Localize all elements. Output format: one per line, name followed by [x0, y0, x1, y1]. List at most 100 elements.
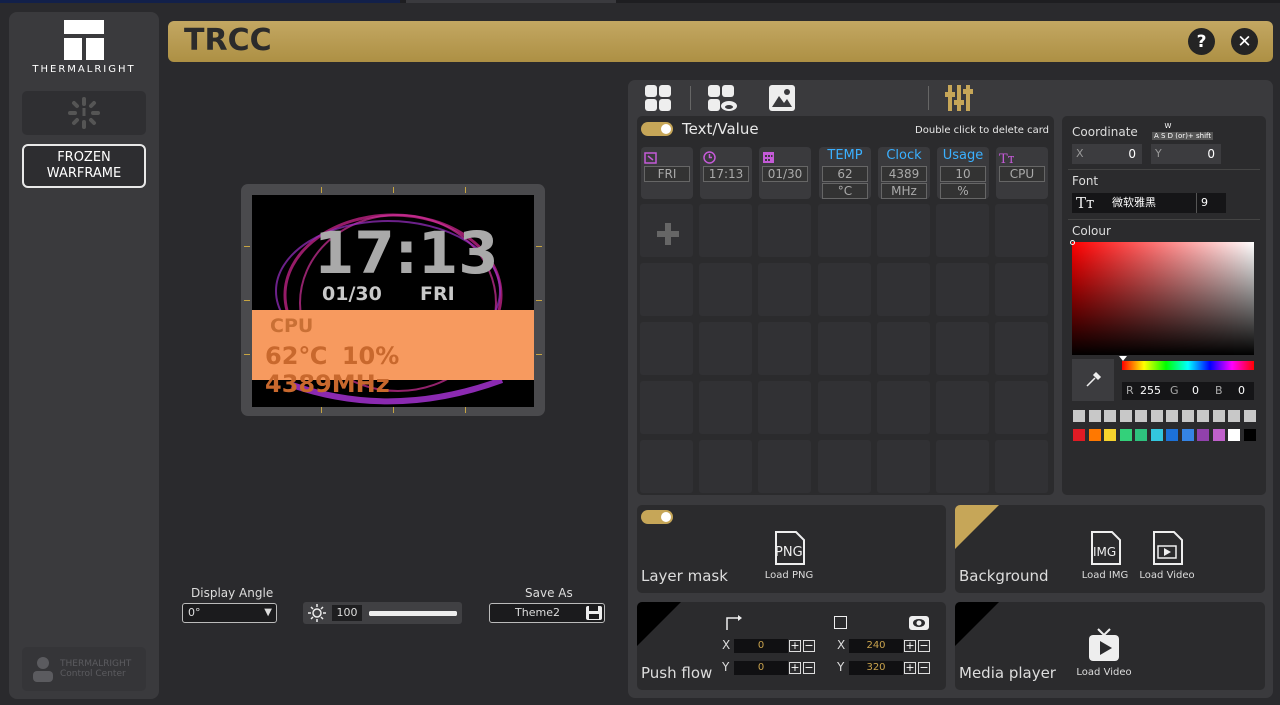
close-button[interactable]: ✕ [1231, 28, 1258, 55]
r-value[interactable]: 255 [1140, 382, 1161, 400]
brightness-slider[interactable] [369, 611, 457, 616]
palette-colour-swatch[interactable] [1228, 429, 1240, 441]
palette-colour-swatch[interactable] [1166, 429, 1178, 441]
card-slot[interactable] [758, 322, 811, 375]
b-value[interactable]: 0 [1238, 382, 1245, 400]
card-slot[interactable] [995, 440, 1048, 493]
palette-colour-swatch[interactable] [1212, 429, 1225, 441]
card-slot[interactable] [936, 322, 989, 375]
push-x2-minus[interactable]: − [918, 640, 930, 652]
push-y1-input[interactable]: 0 [734, 661, 788, 675]
eyedropper-button[interactable] [1072, 359, 1114, 401]
palette-gray-swatch[interactable] [1104, 410, 1116, 422]
value-card[interactable]: 01/30 [759, 147, 811, 199]
coord-x-field[interactable]: X0 [1072, 144, 1142, 164]
load-img-button[interactable]: IMG Load IMG [1079, 531, 1131, 581]
tab-cloud-themes-icon[interactable] [707, 84, 737, 112]
card-slot[interactable] [758, 263, 811, 316]
palette-gray-swatch[interactable] [1243, 410, 1256, 422]
palette-gray-swatch[interactable] [1166, 410, 1178, 422]
palette-colour-swatch[interactable] [1088, 429, 1101, 441]
push-y2-input[interactable]: 320 [849, 661, 903, 675]
g-value[interactable]: 0 [1192, 382, 1199, 400]
media-load-video-button[interactable]: Load Video [1073, 628, 1135, 678]
value-card[interactable]: Clock 4389 MHz [878, 147, 930, 199]
palette-colour-swatch[interactable] [1197, 429, 1209, 441]
background-load-video-button[interactable]: Load Video [1137, 531, 1197, 581]
card-slot[interactable] [936, 263, 989, 316]
hue-slider[interactable] [1122, 361, 1254, 370]
card-slot[interactable] [877, 440, 930, 493]
tab-image-icon[interactable] [768, 84, 796, 112]
card-slot[interactable] [877, 381, 930, 434]
card-slot[interactable] [640, 381, 693, 434]
value-card[interactable]: TEMP 62 °C [819, 147, 871, 199]
palette-colour-swatch[interactable] [1104, 429, 1116, 441]
palette-gray-swatch[interactable] [1119, 410, 1132, 422]
push-x1-input[interactable]: 0 [734, 639, 788, 653]
value-card[interactable]: FRI [641, 147, 693, 199]
palette-gray-swatch[interactable] [1150, 410, 1163, 422]
push-y1-plus[interactable]: + [789, 662, 801, 674]
palette-gray-swatch[interactable] [1088, 410, 1101, 422]
card-slot[interactable] [699, 263, 752, 316]
palette-colour-swatch[interactable] [1181, 429, 1194, 441]
palette-colour-swatch[interactable] [1150, 429, 1163, 441]
load-png-button[interactable]: PNG Load PNG [759, 531, 819, 581]
device-button-frozen-warframe[interactable]: FROZEN WARFRAME [22, 144, 146, 188]
card-slot[interactable] [758, 204, 811, 257]
font-size-field[interactable]: 9 [1196, 193, 1226, 213]
brightness-value[interactable]: 100 [332, 605, 362, 621]
push-y2-minus[interactable]: − [918, 662, 930, 674]
palette-colour-swatch[interactable] [1135, 429, 1147, 441]
palette-colour-swatch[interactable] [1119, 429, 1132, 441]
push-y1-minus[interactable]: − [803, 662, 815, 674]
palette-gray-swatch[interactable] [1135, 410, 1147, 422]
control-center-button[interactable]: THERMALRIGHT Control Center [22, 647, 146, 691]
value-card[interactable]: 17:13 [700, 147, 752, 199]
coord-y-field[interactable]: Y0 [1151, 144, 1221, 164]
card-slot[interactable] [995, 263, 1048, 316]
tab-settings-sliders-icon[interactable] [945, 84, 973, 112]
text-value-toggle[interactable] [641, 122, 673, 136]
card-slot[interactable] [758, 381, 811, 434]
card-slot[interactable] [640, 322, 693, 375]
palette-gray-swatch[interactable] [1073, 410, 1085, 422]
lcd-screen[interactable]: 17:13 01/30 FRI CPU 62℃ 10% 4389MHz [252, 195, 534, 407]
card-slot[interactable] [699, 204, 752, 257]
card-slot[interactable] [818, 381, 871, 434]
card-slot[interactable] [995, 204, 1048, 257]
add-card-icon[interactable] [657, 223, 679, 245]
card-slot[interactable] [818, 204, 871, 257]
push-x2-plus[interactable]: + [904, 640, 916, 652]
value-card[interactable]: Usage 10% [937, 147, 989, 199]
card-slot[interactable] [877, 263, 930, 316]
help-button[interactable]: ? [1188, 28, 1215, 55]
card-slot[interactable] [640, 263, 693, 316]
device-slot[interactable] [22, 91, 146, 135]
card-slot[interactable] [936, 381, 989, 434]
tab-layout-grid-icon[interactable] [644, 84, 672, 112]
push-y2-plus[interactable]: + [904, 662, 916, 674]
push-x2-input[interactable]: 240 [849, 639, 903, 653]
visibility-eye-icon[interactable] [909, 616, 929, 630]
card-slot[interactable] [936, 204, 989, 257]
palette-gray-swatch[interactable] [1212, 410, 1225, 422]
push-x1-minus[interactable]: − [803, 640, 815, 652]
colour-picker-area[interactable] [1072, 242, 1254, 355]
palette-colour-swatch[interactable] [1243, 429, 1256, 441]
hue-handle[interactable] [1119, 356, 1127, 361]
card-slot[interactable] [877, 322, 930, 375]
card-slot[interactable] [699, 381, 752, 434]
layer-mask-toggle[interactable] [641, 510, 673, 524]
palette-gray-swatch[interactable] [1228, 410, 1240, 422]
display-angle-select[interactable]: 0° ▼ [182, 603, 277, 623]
colour-picker-handle[interactable] [1070, 240, 1075, 245]
card-slot[interactable] [818, 322, 871, 375]
push-x1-plus[interactable]: + [789, 640, 801, 652]
palette-colour-swatch[interactable] [1073, 429, 1085, 441]
card-slot[interactable] [758, 440, 811, 493]
card-slot[interactable] [936, 440, 989, 493]
card-slot[interactable] [995, 381, 1048, 434]
card-slot[interactable] [877, 204, 930, 257]
